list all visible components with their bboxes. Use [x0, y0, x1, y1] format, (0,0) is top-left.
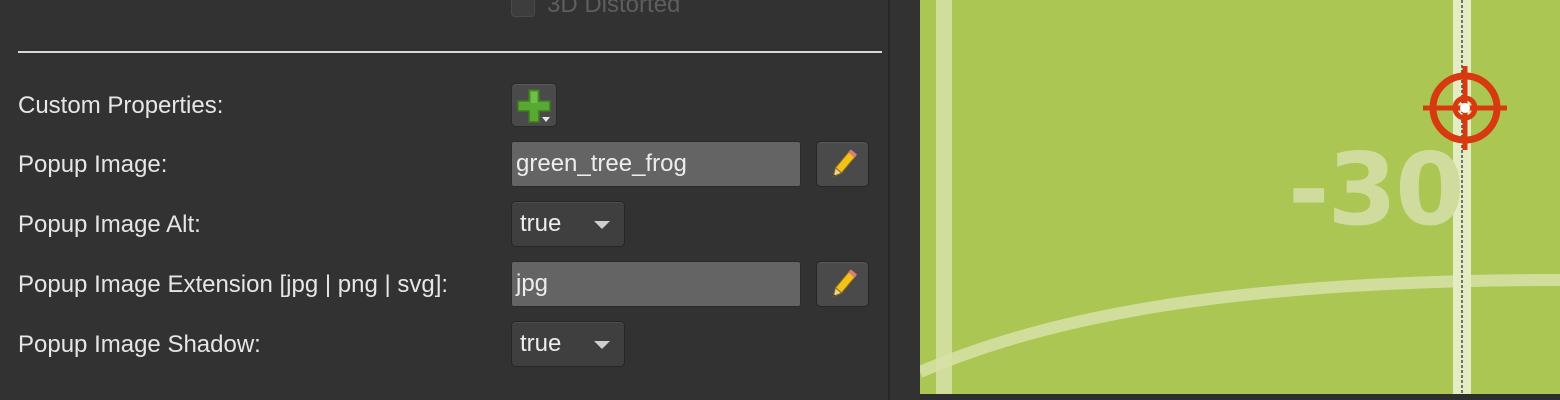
pencil-icon: [832, 149, 857, 178]
chevron-down-icon: [594, 341, 610, 349]
popup-image-label: Popup Image:: [18, 151, 168, 178]
add-custom-property-button[interactable]: [511, 83, 557, 127]
custom-properties-label: Custom Properties:: [18, 92, 224, 119]
checkbox-3d-distorted[interactable]: [511, 0, 535, 17]
popup-image-alt-select[interactable]: true: [511, 201, 625, 247]
popup-image-extension-field[interactable]: jpg: [511, 261, 801, 307]
section-divider: [18, 51, 882, 53]
popup-image-edit-button[interactable]: [816, 141, 869, 187]
map-bottom-edge: [920, 394, 1560, 400]
popup-image-shadow-value: true: [520, 330, 562, 357]
chevron-down-icon: [594, 221, 610, 229]
checkbox-3d-distorted-row[interactable]: 3D Distorted: [511, 0, 680, 20]
panel-gap: [890, 0, 920, 400]
plus-dropdown-icon: [517, 89, 551, 123]
map-canvas[interactable]: -30: [920, 0, 1560, 394]
popup-image-extension-label: Popup Image Extension [jpg | png | svg]:: [18, 271, 449, 298]
popup-image-shadow-label: Popup Image Shadow:: [18, 331, 261, 358]
inspector-panel: 3D Distorted Custom Properties: Popup Im…: [0, 0, 888, 400]
popup-image-alt-label: Popup Image Alt:: [18, 211, 201, 238]
popup-image-shadow-select[interactable]: true: [511, 321, 625, 367]
popup-image-field[interactable]: green_tree_frog: [511, 141, 801, 187]
crosshair-target-icon[interactable]: [920, 0, 1560, 394]
checkbox-3d-distorted-label: 3D Distorted: [547, 0, 681, 18]
pencil-icon: [832, 269, 857, 298]
popup-image-alt-value: true: [520, 210, 562, 237]
popup-image-extension-edit-button[interactable]: [816, 261, 869, 307]
